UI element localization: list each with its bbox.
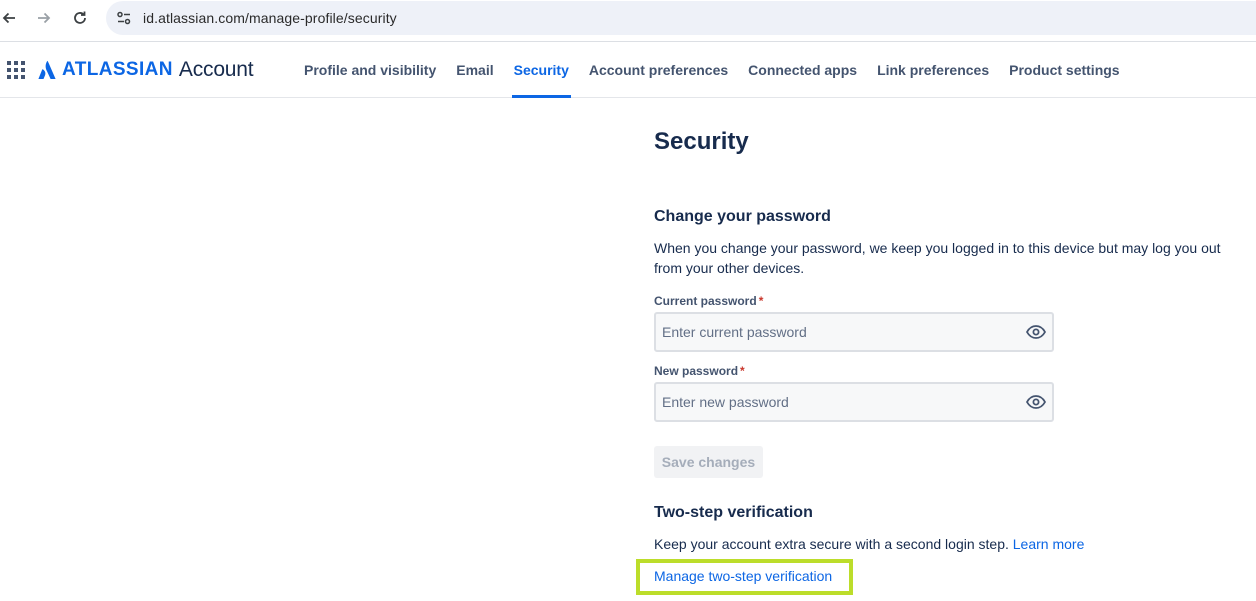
main-nav: Profile and visibility Email Security Ac…: [294, 42, 1130, 98]
url-text[interactable]: id.atlassian.com/manage-profile/security: [143, 10, 397, 26]
two-step-heading: Two-step verification: [654, 504, 813, 521]
back-button[interactable]: [0, 6, 21, 30]
current-password-label: Current password *: [654, 294, 763, 308]
arrow-left-icon: [2, 12, 15, 24]
address-bar[interactable]: id.atlassian.com/manage-profile/security: [106, 1, 1256, 35]
atlassian-mark-icon: [38, 60, 56, 79]
atlassian-logo[interactable]: ATLASSIAN Account: [38, 58, 254, 82]
current-password-input[interactable]: [662, 314, 1012, 350]
brand-name: ATLASSIAN: [62, 59, 173, 80]
reload-button[interactable]: [68, 6, 92, 30]
change-password-heading: Change your password: [654, 208, 831, 225]
forward-button[interactable]: [32, 6, 56, 30]
tune-icon[interactable]: [115, 9, 133, 27]
learn-more-link[interactable]: Learn more: [1013, 536, 1085, 552]
show-password-icon[interactable]: [1025, 321, 1047, 343]
tab-account-preferences[interactable]: Account preferences: [579, 42, 738, 98]
current-password-label-text: Current password: [654, 294, 757, 308]
page-title: Security: [654, 128, 749, 155]
new-password-input[interactable]: [662, 384, 1012, 420]
reload-icon: [74, 11, 86, 24]
show-password-icon[interactable]: [1025, 391, 1047, 413]
tab-email[interactable]: Email: [446, 42, 503, 98]
tab-profile-and-visibility[interactable]: Profile and visibility: [294, 42, 446, 98]
current-password-field[interactable]: [654, 312, 1054, 352]
tab-link-preferences[interactable]: Link preferences: [867, 42, 999, 98]
required-asterisk: *: [758, 294, 764, 308]
tab-connected-apps[interactable]: Connected apps: [738, 42, 867, 98]
two-step-description-text: Keep your account extra secure with a se…: [654, 536, 1009, 552]
product-name: Account: [178, 58, 254, 81]
new-password-label-text: New password: [654, 364, 739, 378]
required-asterisk: *: [740, 364, 745, 378]
two-step-description: Keep your account extra secure with a se…: [654, 534, 1244, 554]
app-switcher-icon[interactable]: [7, 61, 25, 79]
site-header: ATLASSIAN Account Profile and visibility…: [0, 42, 1256, 98]
new-password-label: New password *: [654, 364, 745, 378]
new-password-field[interactable]: [654, 382, 1054, 422]
manage-two-step-link[interactable]: Manage two-step verification: [654, 568, 832, 584]
tab-security[interactable]: Security: [504, 42, 579, 98]
browser-toolbar: id.atlassian.com/manage-profile/security: [0, 0, 1256, 36]
arrow-right-icon: [38, 12, 51, 24]
change-password-description: When you change your password, we keep y…: [654, 240, 1221, 276]
save-changes-button[interactable]: Save changes: [654, 446, 763, 478]
tab-product-settings[interactable]: Product settings: [999, 42, 1129, 98]
